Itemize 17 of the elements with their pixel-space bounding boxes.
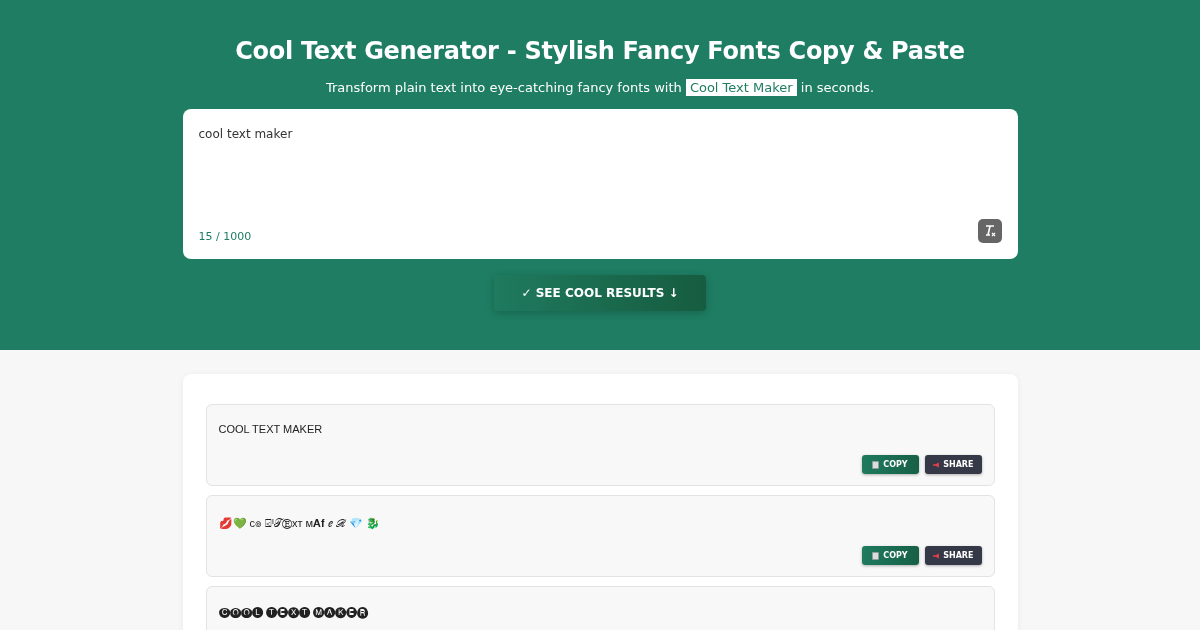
megaphone-icon xyxy=(932,552,940,559)
fancy-text: 💋💚 c๏ ⍃ᴵ𝒯Ⓔxт ᴍ𝐀𝐟 ℯ ℛ 💎 🐉 xyxy=(218,516,382,531)
subtitle: Transform plain text into eye-catching fancy fonts with Cool Text Maker in seconds. xyxy=(325,80,875,95)
fancy-text: 🅒🅞🅞🅛 🅣🅔🅧🅣 🅜🅐🅚🅔🅡 xyxy=(218,605,369,618)
clipboard-icon xyxy=(872,460,880,469)
page-title: Cool Text Generator - Stylish Fancy Fonts Copy & Paste xyxy=(235,37,965,65)
clear-format-button[interactable] xyxy=(977,219,1002,243)
copy-button[interactable]: COPY xyxy=(861,546,919,565)
see-results-button[interactable]: ✓ SEE COOL RESULTS ↓ xyxy=(494,275,706,311)
character-counter: 15 / 1000 xyxy=(198,230,252,243)
copy-button[interactable]: COPY xyxy=(861,455,919,474)
highlighted-phrase: Cool Text Maker xyxy=(685,79,797,96)
fancy-text: COOL TEXT MAKER xyxy=(218,423,324,435)
megaphone-icon xyxy=(932,461,940,468)
clipboard-icon xyxy=(872,551,880,560)
share-button[interactable]: SHARE xyxy=(924,546,982,565)
share-button[interactable]: SHARE xyxy=(924,455,982,474)
